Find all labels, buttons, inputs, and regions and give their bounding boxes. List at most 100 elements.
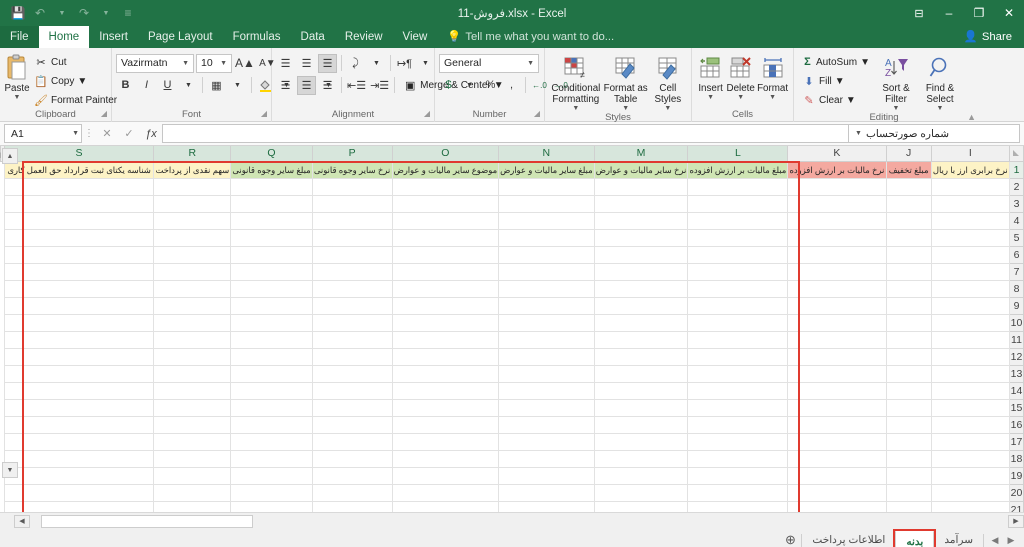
cell-Q5[interactable] bbox=[230, 228, 313, 247]
formula-bar-right-chevron-down-icon[interactable]: ▼ bbox=[855, 130, 862, 137]
cell-K5[interactable] bbox=[787, 228, 887, 247]
insert-function-icon[interactable]: ƒx bbox=[140, 124, 162, 143]
formula-input[interactable] bbox=[162, 124, 848, 143]
row-header-14[interactable]: 14 bbox=[1008, 381, 1024, 400]
orientation-icon[interactable]: ⤸ bbox=[346, 54, 365, 73]
cell-S1[interactable]: شناسه یکتای ثبت قرارداد حق العمل کاری bbox=[3, 160, 155, 179]
cell-N20[interactable] bbox=[498, 483, 595, 502]
cell-J9[interactable] bbox=[885, 296, 932, 315]
currency-dropdown-icon[interactable]: ▼ bbox=[460, 76, 479, 95]
cell-N18[interactable] bbox=[498, 449, 595, 468]
clear-button[interactable]: ✎ Clear ▼ bbox=[798, 91, 874, 109]
cell-P7[interactable] bbox=[311, 262, 393, 281]
row-header-20[interactable]: 20 bbox=[1008, 483, 1024, 502]
cell-L19[interactable] bbox=[687, 466, 789, 485]
cell-Q7[interactable] bbox=[230, 262, 313, 281]
tab-view[interactable]: View bbox=[393, 26, 438, 48]
cell-R6[interactable] bbox=[153, 245, 232, 264]
cell-N10[interactable] bbox=[498, 313, 595, 332]
cell-P8[interactable] bbox=[311, 279, 393, 298]
align-center-icon[interactable]: ☰ bbox=[297, 75, 316, 95]
delete-cells-button[interactable]: Delete ▼ bbox=[725, 51, 756, 101]
cell-I17[interactable] bbox=[930, 432, 1010, 451]
tab-formulas[interactable]: Formulas bbox=[223, 26, 291, 48]
cell-K8[interactable] bbox=[787, 279, 887, 298]
cell-S13[interactable] bbox=[3, 364, 155, 383]
cell-Q16[interactable] bbox=[230, 415, 313, 434]
cell-I9[interactable] bbox=[930, 296, 1010, 315]
cell-R1[interactable]: سهم نقدی از پرداخت bbox=[153, 160, 232, 179]
font-size-chevron-down-icon[interactable]: ▼ bbox=[218, 60, 229, 67]
cell-L4[interactable] bbox=[687, 211, 789, 230]
cell-L2[interactable] bbox=[687, 177, 789, 196]
hscroll-track[interactable] bbox=[31, 514, 1007, 528]
cell-L13[interactable] bbox=[687, 364, 789, 383]
table-row[interactable]: 5 bbox=[0, 228, 1024, 247]
cell-M7[interactable] bbox=[593, 262, 689, 281]
share-button[interactable]: 👤 Share bbox=[956, 26, 1024, 48]
cell-M3[interactable] bbox=[593, 194, 689, 213]
cell-J6[interactable] bbox=[885, 245, 932, 264]
clipboard-dialog-launcher-icon[interactable]: ◢ bbox=[101, 109, 107, 118]
cell-K9[interactable] bbox=[787, 296, 887, 315]
cell-P16[interactable] bbox=[311, 415, 393, 434]
cell-N13[interactable] bbox=[498, 364, 595, 383]
name-box-chevron-down-icon[interactable]: ▼ bbox=[72, 130, 79, 137]
cell-O8[interactable] bbox=[391, 279, 500, 298]
cell-R20[interactable] bbox=[153, 483, 232, 502]
cell-S3[interactable] bbox=[3, 194, 155, 213]
cell-J1[interactable]: مبلغ تخفیف bbox=[885, 160, 932, 179]
align-middle-icon[interactable]: ☰ bbox=[297, 54, 316, 73]
cell-O7[interactable] bbox=[391, 262, 500, 281]
table-row[interactable]: 12 bbox=[0, 347, 1024, 366]
copy-dropdown-icon[interactable]: ▼ bbox=[77, 76, 87, 87]
cell-M9[interactable] bbox=[593, 296, 689, 315]
column-header-n[interactable]: N bbox=[498, 146, 595, 162]
cell-N7[interactable] bbox=[498, 262, 595, 281]
cell-O11[interactable] bbox=[391, 330, 500, 349]
cell-K14[interactable] bbox=[787, 381, 887, 400]
cell-Q9[interactable] bbox=[230, 296, 313, 315]
cell-R8[interactable] bbox=[153, 279, 232, 298]
sort-filter-dropdown-icon[interactable]: ▼ bbox=[893, 105, 900, 112]
cell-L16[interactable] bbox=[687, 415, 789, 434]
ribbon-display-options-icon[interactable]: ⊟ bbox=[904, 0, 934, 26]
cell-N12[interactable] bbox=[498, 347, 595, 366]
cell-L12[interactable] bbox=[687, 347, 789, 366]
cell-O19[interactable] bbox=[391, 466, 500, 485]
cell-R17[interactable] bbox=[153, 432, 232, 451]
increase-indent-icon[interactable]: ⇥☰ bbox=[369, 76, 390, 95]
cell-K20[interactable] bbox=[787, 483, 887, 502]
cell-N19[interactable] bbox=[498, 466, 595, 485]
cell-S8[interactable] bbox=[3, 279, 155, 298]
tab-review[interactable]: Review bbox=[335, 26, 393, 48]
cell-P14[interactable] bbox=[311, 381, 393, 400]
cell-M6[interactable] bbox=[593, 245, 689, 264]
cell-K16[interactable] bbox=[787, 415, 887, 434]
cell-O3[interactable] bbox=[391, 194, 500, 213]
cell-J5[interactable] bbox=[885, 228, 932, 247]
row-header-11[interactable]: 11 bbox=[1008, 330, 1024, 349]
column-header-j[interactable]: J bbox=[885, 146, 932, 162]
cell-K1[interactable]: نرخ مالیات بر ارزش افزوده bbox=[787, 160, 887, 179]
table-row[interactable]: 17 bbox=[0, 432, 1024, 451]
format-cells-dropdown-icon[interactable]: ▼ bbox=[769, 94, 776, 101]
cell-J15[interactable] bbox=[885, 398, 932, 417]
underline-button[interactable]: U bbox=[158, 76, 177, 95]
cell-M20[interactable] bbox=[593, 483, 689, 502]
cancel-icon[interactable]: ✕ bbox=[96, 124, 118, 143]
conditional-formatting-button[interactable]: ≠ Conditional Formatting ▼ bbox=[549, 51, 603, 112]
sheet-tab-saramad[interactable]: سرآمد bbox=[934, 530, 983, 547]
column-header-r[interactable]: R bbox=[153, 146, 232, 162]
cell-J19[interactable] bbox=[885, 466, 932, 485]
cell-N15[interactable] bbox=[498, 398, 595, 417]
cell-I21[interactable] bbox=[930, 500, 1010, 512]
table-row[interactable]: 19 bbox=[0, 466, 1024, 485]
row-header-18[interactable]: 18 bbox=[1008, 449, 1024, 468]
paste-button[interactable]: Paste ▼ bbox=[4, 51, 30, 101]
cell-P15[interactable] bbox=[311, 398, 393, 417]
row-header-17[interactable]: 17 bbox=[1008, 432, 1024, 451]
cell-K18[interactable] bbox=[787, 449, 887, 468]
table-row[interactable]: 15 bbox=[0, 398, 1024, 417]
alignment-dialog-launcher-icon[interactable]: ◢ bbox=[424, 109, 430, 118]
